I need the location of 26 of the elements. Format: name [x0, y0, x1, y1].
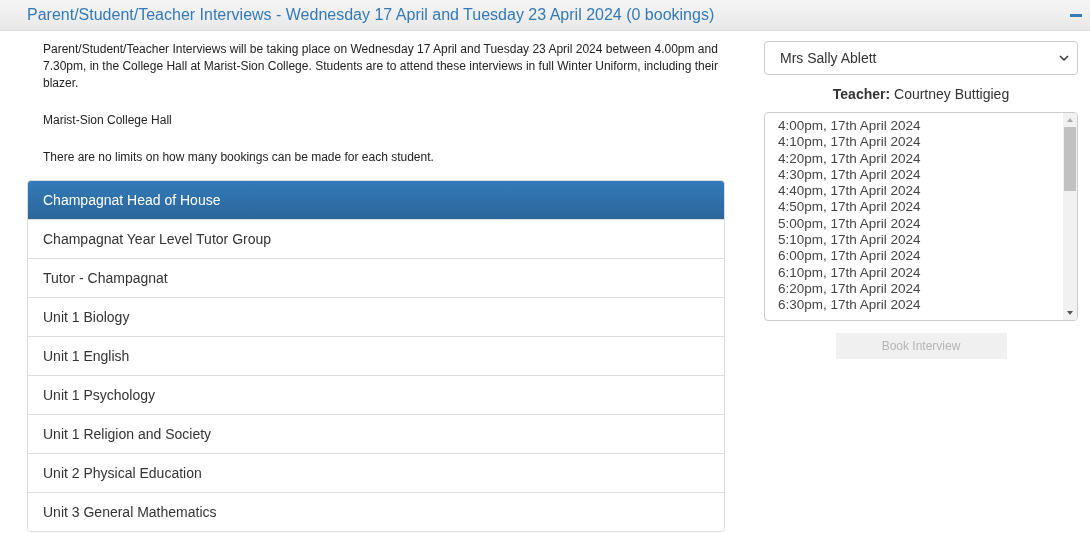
scrollbar-thumb[interactable]: [1064, 127, 1076, 191]
teacher-select[interactable]: Mrs Sally Ablett: [764, 41, 1078, 75]
teacher-label: Teacher: Courtney Buttigieg: [832, 86, 1010, 102]
time-option[interactable]: 4:30pm, 17th April 2024: [778, 166, 1063, 184]
info-text: There are no limits on how many bookings can be made for each student.: [43, 149, 435, 166]
chevron-icon: [1059, 53, 1069, 63]
time-option[interactable]: 5:10pm, 17th April 2024: [778, 232, 1063, 249]
collapse-icon[interactable]: [1070, 13, 1082, 17]
time-option[interactable]: 6:30pm, 17th April 2024: [778, 297, 1063, 314]
time-option[interactable]: 6:20pm, 17th April 2024: [778, 280, 1063, 298]
time-option[interactable]: 4:50pm, 17th April 2024: [778, 199, 1063, 216]
time-listbox[interactable]: [764, 112, 1078, 321]
time-option[interactable]: 5:00pm, 17th April 2024: [778, 215, 1063, 233]
panel-header[interactable]: Parent/Student/Teacher Interviews - Wednesday 17 April and Tuesday 23 April 2024 (0 bookings): [0, 0, 1090, 31]
time-option[interactable]: 4:00pm, 17th April 2024: [778, 118, 1063, 135]
info-text: Marist-Sion College Hall: [43, 112, 173, 129]
class-item[interactable]: Champagnat Head of House: [28, 181, 724, 219]
time-option[interactable]: 4:20pm, 17th April 2024: [778, 150, 1063, 167]
info-text: Parent/Student/Teacher Interviews will be taking place on Wednesday 17 April and Tuesday 23 April 2024 between 4.00pm and 7.30pm, in the College Hall at Marist-Sion College. Students are to attend these interviews in full Winter Uniform, including their blazer.: [43, 41, 719, 92]
scrollbar[interactable]: [1063, 113, 1077, 320]
time-option[interactable]: 4:40pm, 17th April 2024: [778, 183, 1063, 200]
time-option[interactable]: 6:10pm, 17th April 2024: [778, 264, 1063, 281]
panel-title: Parent/Student/Teacher Interviews - Wednesday 17 April and Tuesday 23 April 2024 (0 bookings): [27, 6, 715, 24]
class-item[interactable]: Unit 3 General Mathematics: [28, 492, 724, 531]
time-option[interactable]: 4:10pm, 17th April 2024: [778, 134, 1063, 151]
time-option[interactable]: 6:00pm, 17th April 2024: [778, 248, 1063, 265]
